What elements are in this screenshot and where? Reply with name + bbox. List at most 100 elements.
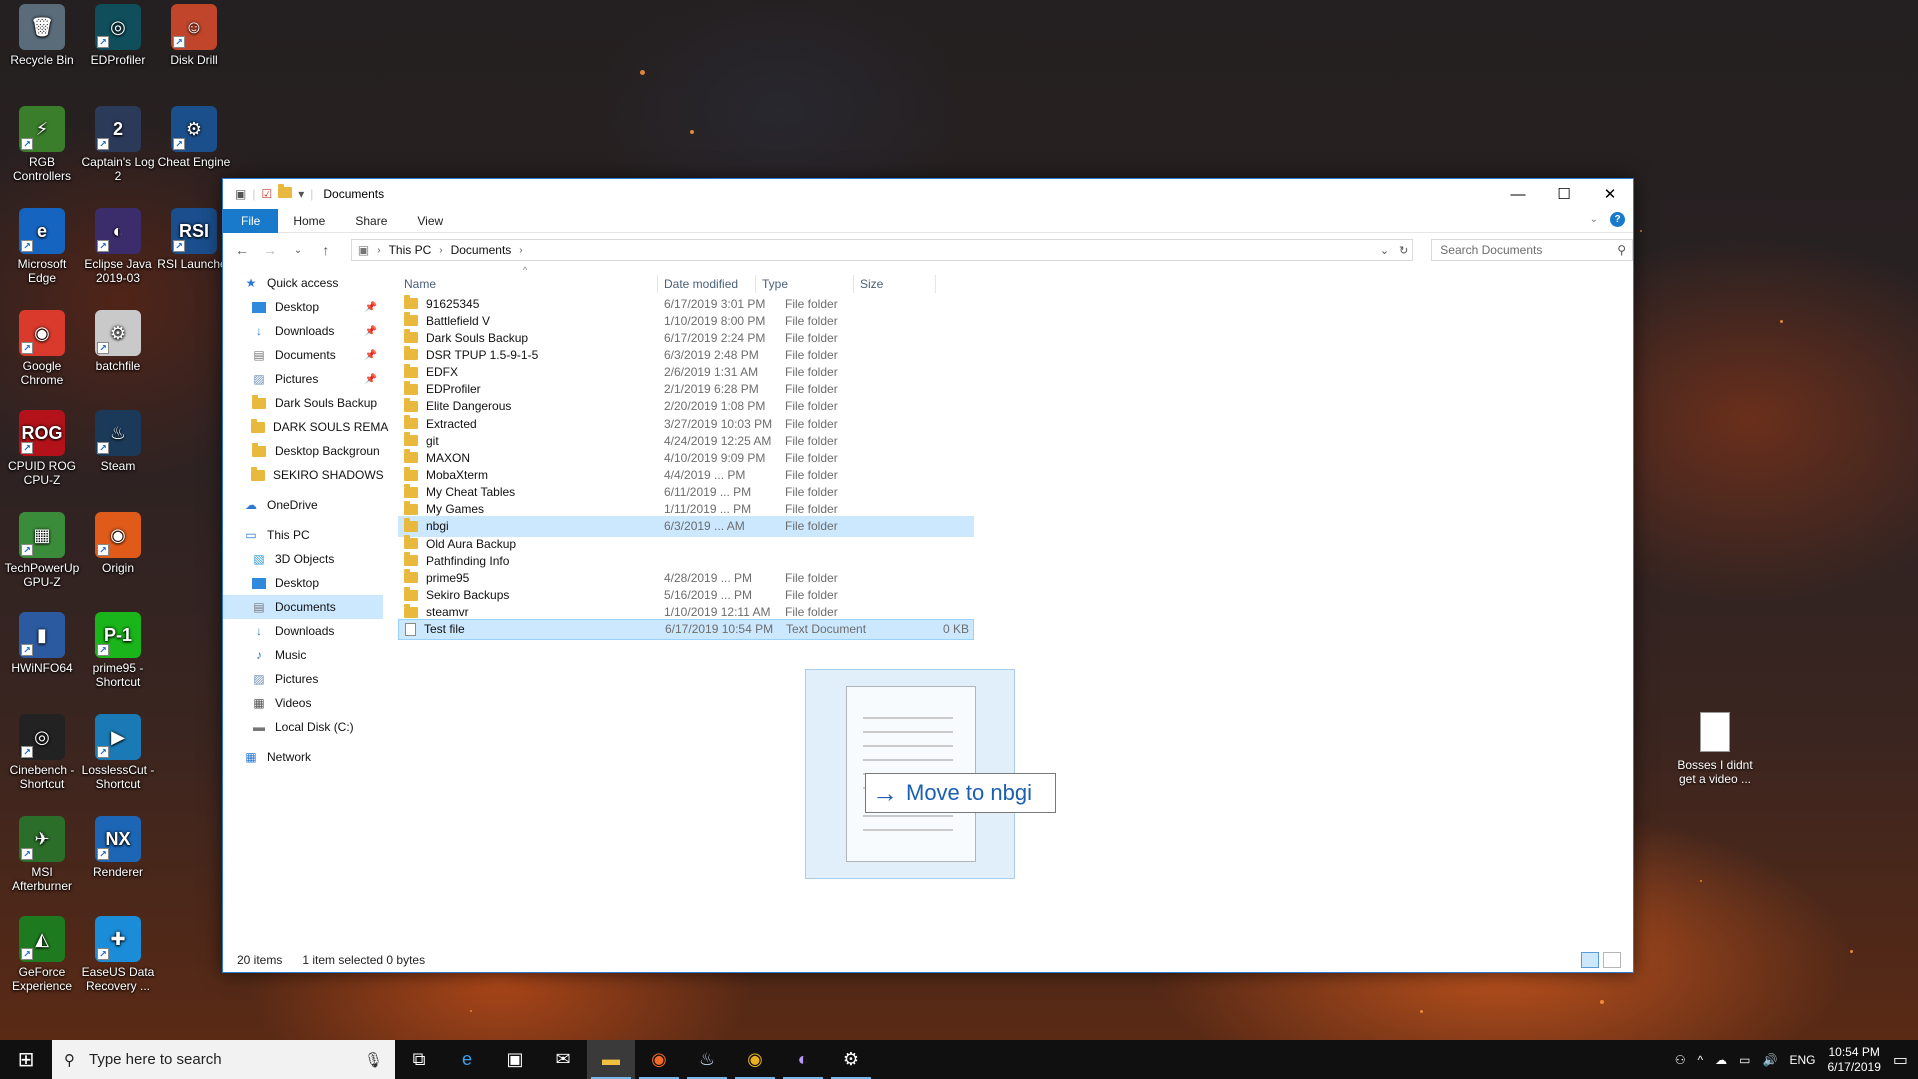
nav-pinned-item[interactable]: ▤ Documents 📌 [223, 343, 383, 367]
nav-pinned-item[interactable]: Desktop 📌 [223, 295, 383, 319]
nav-pc-item[interactable]: ▬ Local Disk (C:) [223, 715, 383, 739]
column-header-name[interactable]: Name [398, 275, 658, 293]
origin-icon[interactable]: ◉ [635, 1040, 683, 1079]
desktop-icon[interactable]: ROG ↗ CPUID ROG CPU-Z [4, 410, 80, 487]
refresh-icon[interactable]: ↻ [1399, 244, 1408, 257]
nav-recent-folder[interactable]: Dark Souls Backup [223, 391, 383, 415]
eclipse-icon[interactable]: ◐ [779, 1040, 827, 1079]
desktop-icon[interactable]: e ↗ Microsoft Edge [4, 208, 80, 285]
tab-view[interactable]: View [402, 209, 458, 233]
nav-pc-item[interactable]: Desktop [223, 571, 383, 595]
desktop-icon[interactable]: 2 ↗ Captain's Log 2 [80, 106, 156, 183]
expand-ribbon-icon[interactable]: ⌄ [1590, 214, 1598, 225]
desktop-icon[interactable]: ◐ ↗ Eclipse Java 2019-03 [80, 208, 156, 285]
nav-pc-item[interactable]: ▧ 3D Objects [223, 547, 383, 571]
desktop-icon[interactable]: ◉ ↗ Google Chrome [4, 310, 80, 387]
desktop-icon[interactable]: ◎ ↗ EDProfiler [80, 4, 156, 67]
customize-icon[interactable]: ▾ [298, 187, 304, 201]
show-hidden-icons-icon[interactable]: ^ [1698, 1053, 1704, 1067]
file-explorer-icon[interactable]: ▬ [587, 1040, 635, 1079]
breadcrumb-this-pc[interactable]: This PC [389, 243, 432, 257]
breadcrumb-documents[interactable]: Documents [451, 243, 512, 257]
desktop-icon[interactable]: ⚙ ↗ batchfile [80, 310, 156, 373]
desktop-icon[interactable]: RSI ↗ RSI Launcher [156, 208, 232, 271]
action-center-icon[interactable]: ▭ [1893, 1050, 1908, 1070]
nav-recent-folder[interactable]: DARK SOULS REMA [223, 415, 388, 439]
network-icon[interactable]: ▭ [1739, 1053, 1750, 1067]
minimize-button[interactable]: — [1495, 179, 1541, 209]
file-name: Elite Dangerous [426, 399, 512, 414]
desktop-icon[interactable]: ✈ ↗ MSI Afterburner [4, 816, 80, 893]
save-icon[interactable]: ▣ [235, 187, 246, 201]
column-header-size[interactable]: Size [854, 275, 936, 293]
desktop-icon[interactable]: ◉ ↗ Origin [80, 512, 156, 575]
clock[interactable]: 10:54 PM 6/17/2019 [1827, 1045, 1880, 1075]
back-icon[interactable]: ← [233, 242, 251, 258]
nav-this-pc[interactable]: ▭ This PC [223, 523, 383, 547]
people-icon[interactable]: ⚇ [1675, 1053, 1686, 1067]
help-icon[interactable]: ? [1610, 212, 1625, 227]
language-indicator[interactable]: ENG [1789, 1053, 1815, 1067]
desktop-icon[interactable]: P-1 ↗ prime95 - Shortcut [80, 612, 156, 689]
nav-recent-folder[interactable]: Desktop Backgroun [223, 439, 383, 463]
desktop-icon[interactable]: ▶ ↗ LosslessCut - Shortcut [80, 714, 156, 791]
recent-locations-icon[interactable]: ⌄ [289, 245, 307, 256]
volume-icon[interactable]: 🔊 [1763, 1053, 1778, 1067]
desktop-icon[interactable]: ⚡ ↗ RGB Controllers [4, 106, 80, 183]
column-header-type[interactable]: Type [756, 275, 854, 293]
properties-icon[interactable]: ☑ [261, 187, 272, 201]
nav-quick-access[interactable]: ★ Quick access [223, 271, 383, 295]
desktop-icon-label: RSI Launcher [157, 257, 231, 271]
nav-pinned-item[interactable]: ↓ Downloads 📌 [223, 319, 383, 343]
chrome-icon[interactable]: ◉ [731, 1040, 779, 1079]
nav-pinned-item[interactable]: ▨ Pictures 📌 [223, 367, 383, 391]
nav-recent-folder[interactable]: SEKIRO SHADOWS [223, 463, 384, 487]
desktop-icon[interactable]: ⚙ ↗ Cheat Engine [156, 106, 232, 169]
task-view-icon[interactable]: ⧉ [395, 1040, 443, 1079]
nav-pc-item[interactable]: ▤ Documents [223, 595, 383, 619]
address-dropdown-icon[interactable]: ⌄ [1380, 244, 1389, 257]
desktop-icon-label: HWiNFO64 [11, 661, 73, 675]
tab-home[interactable]: Home [278, 209, 340, 233]
new-folder-icon[interactable] [278, 184, 293, 201]
desktop-icon[interactable]: ▮ ↗ HWiNFO64 [4, 612, 80, 675]
nav-pc-item[interactable]: ♪ Music [223, 643, 383, 667]
taskbar-search[interactable]: ⚲ Type here to search 🎙 [52, 1040, 395, 1079]
column-header-date[interactable]: Date modified [658, 275, 756, 293]
tab-share[interactable]: Share [340, 209, 402, 233]
mail-icon[interactable]: ✉ [539, 1040, 587, 1079]
nav-onedrive[interactable]: ☁ OneDrive [223, 493, 383, 517]
settings-icon[interactable]: ⚙ [827, 1040, 875, 1079]
file-date: 4/4/2019 ... PM [664, 468, 746, 482]
tab-file[interactable]: File [223, 208, 279, 233]
desktop-icon[interactable]: ✚ ↗ EaseUS Data Recovery ... [80, 916, 156, 993]
nav-network[interactable]: ▦ Network [223, 745, 383, 769]
desktop-icon[interactable]: ◎ ↗ Cinebench - Shortcut [4, 714, 80, 791]
details-view-icon[interactable] [1581, 952, 1599, 968]
microphone-icon[interactable]: 🎙 [364, 1051, 383, 1069]
steam-icon[interactable]: ♨ [683, 1040, 731, 1079]
store-icon[interactable]: ▣ [491, 1040, 539, 1079]
nav-pc-item[interactable]: ↓ Downloads [223, 619, 383, 643]
nav-pc-item[interactable]: ▦ Videos [223, 691, 383, 715]
desktop-icon[interactable]: ▦ ↗ TechPowerUp GPU-Z [4, 512, 80, 589]
nav-pc-item[interactable]: ▨ Pictures [223, 667, 383, 691]
search-input[interactable]: Search Documents ⚲ [1431, 239, 1633, 261]
file-row[interactable]: Test file 6/17/2019 10:54 PM Text Document… [398, 618, 974, 640]
large-icons-view-icon[interactable] [1603, 952, 1621, 968]
close-button[interactable]: ✕ [1587, 179, 1633, 209]
desktop-file[interactable]: Bosses I didnt get a video ... [1670, 712, 1760, 786]
forward-icon[interactable]: → [261, 242, 279, 258]
desktop-icon[interactable]: NX ↗ Renderer [80, 816, 156, 879]
edge-icon[interactable]: e [443, 1040, 491, 1079]
onedrive-icon[interactable]: ☁ [1715, 1053, 1727, 1067]
start-button[interactable]: ⊞ [0, 1040, 52, 1079]
address-bar[interactable]: ▣ › This PC › Documents › ⌄ ↻ [350, 239, 1414, 261]
desktop-icon[interactable]: ◭ ↗ GeForce Experience [4, 916, 80, 993]
desktop-icon[interactable]: ☺ ↗ Disk Drill [156, 4, 232, 67]
title-bar[interactable]: ▣ | ☑ ▾ | Documents — ☐ ✕ [223, 179, 1633, 209]
desktop-icon[interactable]: ♨ ↗ Steam [80, 410, 156, 473]
up-icon[interactable]: ↑ [317, 242, 335, 258]
desktop-icon[interactable]: 🗑 Recycle Bin [4, 4, 80, 67]
maximize-button[interactable]: ☐ [1541, 179, 1587, 209]
